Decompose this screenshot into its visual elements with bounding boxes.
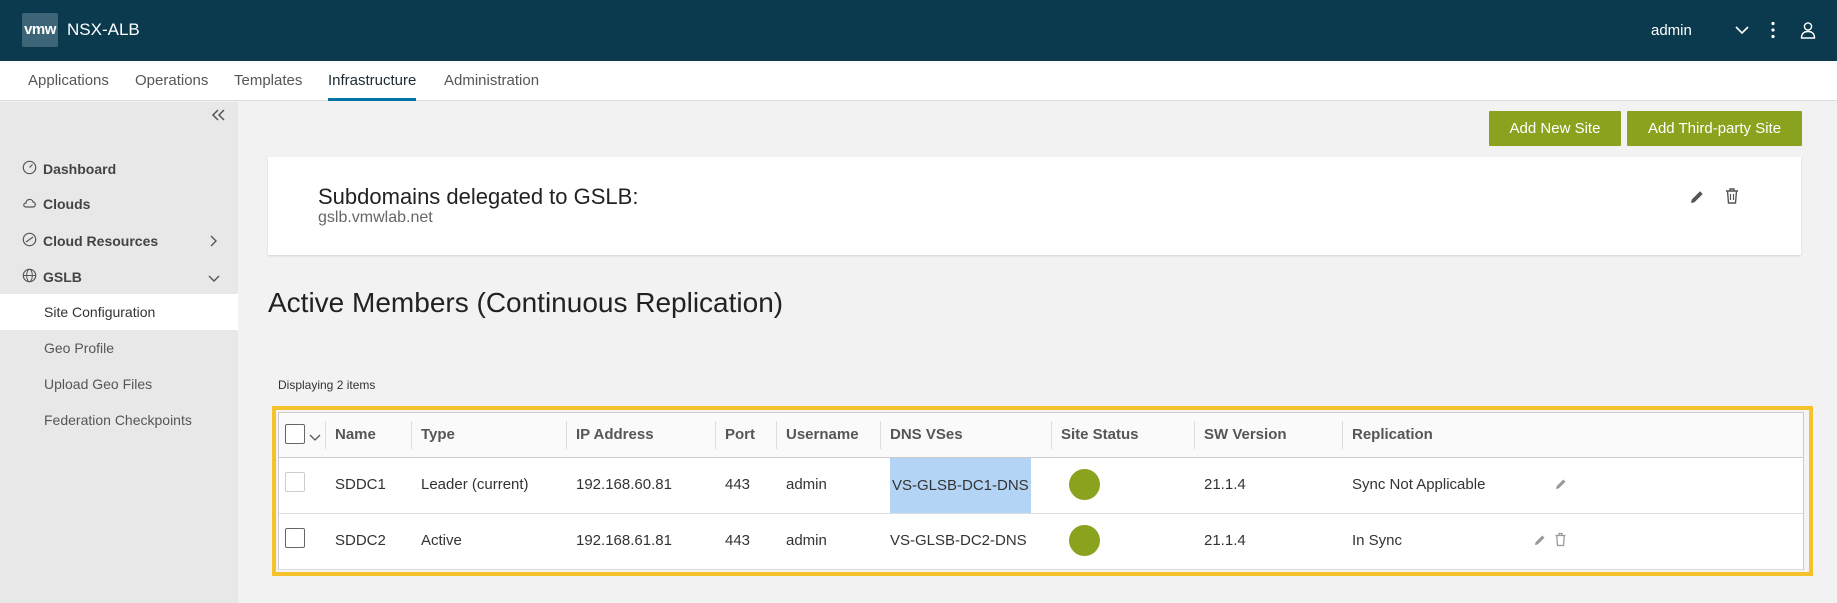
column-header-name[interactable]: Name xyxy=(335,426,376,443)
cell-ip: 192.168.61.81 xyxy=(576,532,672,549)
section-title: Active Members (Continuous Replication) xyxy=(268,287,784,318)
edit-icon[interactable] xyxy=(1688,188,1706,211)
table-header: Name Type IP Address Port Username DNS V… xyxy=(279,413,1803,458)
chevron-right-icon xyxy=(208,234,218,250)
collapse-sidebar-icon[interactable] xyxy=(210,108,226,127)
column-header-replication[interactable]: Replication xyxy=(1352,426,1433,443)
subdomains-value: gslb.vmwlab.net xyxy=(318,209,433,226)
user-icon[interactable] xyxy=(1797,18,1819,42)
column-header-dns-vses[interactable]: DNS VSes xyxy=(890,426,963,443)
subdomains-title: Subdomains delegated to GSLB: xyxy=(318,184,639,209)
trash-icon[interactable] xyxy=(1724,187,1740,210)
sidebar-item-cloud-resources[interactable]: Cloud Resources xyxy=(22,232,232,250)
user-menu[interactable]: admin xyxy=(1651,22,1692,39)
grid-highlight-frame: Name Type IP Address Port Username DNS V… xyxy=(272,406,1813,576)
cell-replication: Sync Not Applicable xyxy=(1352,476,1486,493)
add-new-site-button[interactable]: Add New Site xyxy=(1489,111,1621,146)
sidebar-item-geo-profile[interactable]: Geo Profile xyxy=(0,330,238,366)
column-header-site-status[interactable]: Site Status xyxy=(1061,426,1139,443)
main-nav: Applications Operations Templates Infras… xyxy=(0,61,1837,101)
column-header-type[interactable]: Type xyxy=(421,426,455,443)
cell-dns-vses[interactable]: VS-GLSB-DC1-DNS xyxy=(890,458,1031,513)
cell-ip: 192.168.60.81 xyxy=(576,476,672,493)
globe-icon xyxy=(22,268,37,286)
cell-name: SDDC1 xyxy=(335,476,386,493)
cell-sw-version: 21.1.4 xyxy=(1204,476,1246,493)
vmware-logo: vmw xyxy=(22,13,58,47)
top-header: vmw NSX-ALB admin xyxy=(0,0,1837,61)
edit-icon[interactable] xyxy=(1554,477,1568,496)
column-header-username[interactable]: Username xyxy=(786,426,859,443)
sidebar-item-dashboard[interactable]: Dashboard xyxy=(22,160,116,178)
column-header-sw-version[interactable]: SW Version xyxy=(1204,426,1287,443)
cell-sw-version: 21.1.4 xyxy=(1204,532,1246,549)
sidebar-item-site-configuration[interactable]: Site Configuration xyxy=(0,294,238,330)
sidebar-item-label: Clouds xyxy=(43,196,91,212)
dashboard-icon xyxy=(22,160,37,178)
cell-type: Active xyxy=(421,532,462,549)
sidebar-item-label: Dashboard xyxy=(43,161,117,177)
cell-username: admin xyxy=(786,532,827,549)
more-vertical-icon[interactable] xyxy=(1762,18,1784,42)
subdomains-card: Subdomains delegated to GSLB: gslb.vmwla… xyxy=(268,157,1801,255)
chevron-down-icon[interactable] xyxy=(309,429,321,447)
cell-dns-vses[interactable]: VS-GLSB-DC2-DNS xyxy=(890,532,1027,549)
cloud-resources-icon xyxy=(22,232,37,250)
tab-templates[interactable]: Templates xyxy=(234,72,302,101)
trash-icon[interactable] xyxy=(1554,532,1567,552)
cell-port: 443 xyxy=(725,476,751,493)
chevron-down-icon xyxy=(208,271,220,287)
chevron-down-icon[interactable] xyxy=(1731,18,1753,42)
display-count: Displaying 2 items xyxy=(278,378,376,392)
add-third-party-site-button[interactable]: Add Third-party Site xyxy=(1627,111,1802,146)
edit-icon[interactable] xyxy=(1533,533,1547,552)
sidebar-item-label: GSLB xyxy=(43,269,82,285)
app-name: NSX-ALB xyxy=(67,20,140,39)
sidebar-item-clouds[interactable]: Clouds xyxy=(22,196,90,212)
row-checkbox[interactable] xyxy=(285,528,305,548)
cloud-icon xyxy=(22,196,37,212)
members-table: Name Type IP Address Port Username DNS V… xyxy=(278,412,1804,570)
tab-administration[interactable]: Administration xyxy=(444,72,539,101)
row-checkbox xyxy=(285,472,305,492)
column-header-port[interactable]: Port xyxy=(725,426,755,443)
sidebar-item-label: Cloud Resources xyxy=(43,233,159,249)
site-status-indicator xyxy=(1069,469,1100,500)
table-row[interactable]: SDDC2 Active 192.168.61.81 443 admin VS-… xyxy=(279,514,1803,570)
site-status-indicator xyxy=(1069,525,1100,556)
sidebar-item-federation-checkpoints[interactable]: Federation Checkpoints xyxy=(0,402,238,438)
table-row[interactable]: SDDC1 Leader (current) 192.168.60.81 443… xyxy=(279,458,1803,514)
sidebar-item-gslb[interactable]: GSLB xyxy=(22,268,232,286)
tab-infrastructure[interactable]: Infrastructure xyxy=(328,72,417,101)
cell-port: 443 xyxy=(725,532,751,549)
sidebar: Dashboard Clouds Cloud Resources GSLB Si… xyxy=(0,102,238,603)
cell-name: SDDC2 xyxy=(335,532,386,549)
cell-username: admin xyxy=(786,476,827,493)
cell-type: Leader (current) xyxy=(421,476,529,493)
cell-replication: In Sync xyxy=(1352,532,1403,549)
column-header-ip[interactable]: IP Address xyxy=(576,426,654,443)
tab-operations[interactable]: Operations xyxy=(135,72,208,101)
tab-applications[interactable]: Applications xyxy=(28,72,109,101)
select-all-checkbox[interactable] xyxy=(285,424,305,444)
sidebar-item-upload-geo-files[interactable]: Upload Geo Files xyxy=(0,366,238,402)
